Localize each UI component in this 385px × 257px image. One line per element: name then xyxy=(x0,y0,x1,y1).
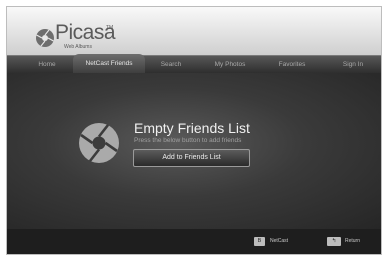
netcast-key-label: NetCast xyxy=(270,238,289,244)
tab-search[interactable]: Search xyxy=(151,56,191,73)
picasa-aperture-icon xyxy=(79,123,119,163)
footer-bar: B NetCast ↰ Return xyxy=(7,229,381,254)
picasa-logo-icon xyxy=(36,29,54,47)
tab-favorites[interactable]: Favorites xyxy=(269,56,315,73)
return-key-icon[interactable]: ↰ xyxy=(327,237,341,246)
add-to-friends-button[interactable]: Add to Friends List xyxy=(133,149,250,167)
web-albums-label: Web Albums xyxy=(64,44,92,50)
tab-home[interactable]: Home xyxy=(25,56,69,73)
nav-bar: Home NetCast Friends Search My Photos Fa… xyxy=(7,54,381,73)
main-content: Empty Friends List Press the below butto… xyxy=(7,73,381,229)
return-key-label: Return xyxy=(345,238,361,244)
tab-sign-in[interactable]: Sign In xyxy=(333,56,373,73)
tab-my-photos[interactable]: My Photos xyxy=(204,56,256,73)
netcast-key-badge[interactable]: B xyxy=(254,237,265,246)
tab-netcast-friends[interactable]: NetCast Friends xyxy=(73,54,145,73)
empty-list-title: Empty Friends List xyxy=(134,120,250,136)
trademark: TM xyxy=(106,25,114,31)
empty-list-hint: Press the below button to add friends xyxy=(134,137,242,144)
header: Picasa TM Web Albums xyxy=(7,7,381,55)
picasa-screen: Picasa TM Web Albums Home NetCast Friend… xyxy=(6,6,382,255)
